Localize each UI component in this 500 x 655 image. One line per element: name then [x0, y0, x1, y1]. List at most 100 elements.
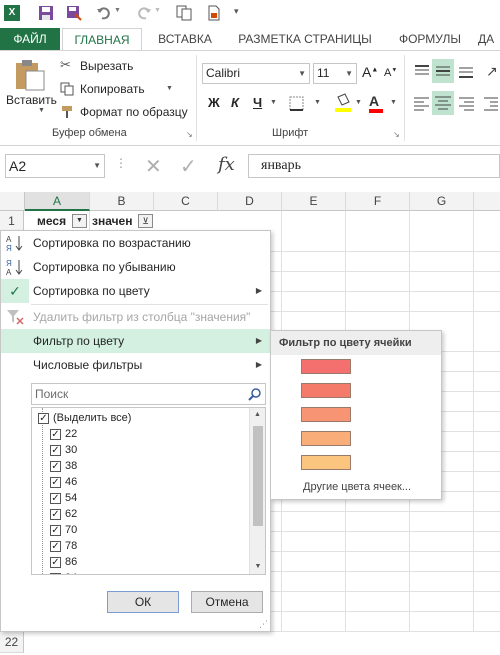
cancel-icon[interactable]: ✕: [145, 154, 162, 179]
shrink-font-button[interactable]: A▼: [384, 67, 397, 79]
list-item[interactable]: ✓ 70: [50, 522, 77, 538]
cut-icon[interactable]: ✂: [60, 57, 71, 73]
orientation-icon[interactable]: ↗: [486, 63, 498, 80]
cut-button[interactable]: Вырезать: [80, 59, 133, 73]
scrollbar[interactable]: ▲ ▼: [249, 408, 265, 574]
list-item[interactable]: ✓ 62: [50, 506, 77, 522]
select-all-corner[interactable]: [0, 192, 25, 211]
align-center-icon[interactable]: [432, 91, 454, 115]
document-icon[interactable]: [206, 5, 222, 21]
align-middle-icon[interactable]: [432, 59, 454, 83]
align-left-icon[interactable]: [412, 93, 432, 113]
list-item[interactable]: ✓ 54: [50, 490, 77, 506]
underline-dropdown-icon[interactable]: ▼: [270, 99, 277, 106]
indent-icon[interactable]: [482, 93, 500, 113]
underline-button[interactable]: Ч: [253, 95, 262, 110]
borders-icon[interactable]: [288, 95, 312, 113]
excel-logo-icon: X: [4, 5, 20, 21]
font-family-select[interactable]: Calibri ▼: [202, 63, 310, 84]
bold-button[interactable]: Ж: [208, 95, 220, 110]
ok-button[interactable]: ОК: [107, 591, 179, 613]
color-swatch[interactable]: [301, 359, 351, 374]
tab-data[interactable]: ДА: [478, 28, 500, 50]
row-header-1[interactable]: 1: [0, 211, 24, 231]
formula-input[interactable]: январь: [248, 154, 500, 178]
sort-descending-item[interactable]: ЯА Сортировка по убыванию: [1, 255, 270, 279]
font-size-select[interactable]: 11 ▼: [313, 63, 357, 84]
number-filters-item[interactable]: Числовые фильтры ▶: [1, 353, 270, 377]
font-color-button[interactable]: A: [369, 93, 383, 113]
align-right-icon[interactable]: [456, 93, 476, 113]
format-painter-button[interactable]: Формат по образцу: [80, 105, 188, 119]
list-item[interactable]: ✓ 46: [50, 474, 77, 490]
tab-file[interactable]: ФАЙЛ: [0, 28, 60, 50]
list-item[interactable]: ✓ (Выделить все): [38, 410, 131, 426]
color-swatch[interactable]: [301, 407, 351, 422]
scroll-up-icon[interactable]: ▲: [250, 408, 265, 422]
save-as-icon[interactable]: [66, 5, 82, 21]
more-colors-item[interactable]: Другие цвета ячеек...: [303, 481, 411, 493]
copy-button[interactable]: Копировать: [80, 82, 145, 96]
filter-dropdown-a[interactable]: ▼: [72, 214, 87, 228]
enter-icon[interactable]: ✓: [180, 154, 197, 179]
filter-by-color-item[interactable]: Фильтр по цвету ▶: [1, 329, 270, 353]
tab-insert[interactable]: ВСТАВКА: [150, 28, 220, 50]
copy-format-icon[interactable]: [176, 5, 192, 21]
value-list[interactable]: ✓ (Выделить все) ✓ 22 ✓ 30 ✓ 38 ✓ 46 ✓ 54 ✓ 62 …: [31, 407, 266, 575]
copy-dropdown-icon[interactable]: ▼: [166, 85, 173, 92]
column-header-c[interactable]: C: [154, 192, 218, 211]
name-box[interactable]: A2 ▼: [5, 154, 105, 178]
scrollbar-thumb[interactable]: [253, 426, 263, 526]
list-item[interactable]: ✓ 30: [50, 442, 77, 458]
fill-dropdown-icon[interactable]: ▼: [355, 99, 362, 106]
font-color-dropdown-icon[interactable]: ▼: [390, 99, 397, 106]
column-header-d[interactable]: D: [218, 192, 282, 211]
customize-icon[interactable]: ▾: [234, 6, 239, 17]
undo-icon[interactable]: [96, 5, 112, 21]
list-item[interactable]: ✓ 38: [50, 458, 77, 474]
copy-icon[interactable]: [60, 82, 74, 96]
grid-line: [441, 411, 500, 412]
font-launcher-icon[interactable]: ↘: [393, 130, 400, 139]
color-swatch[interactable]: [301, 383, 351, 398]
tab-home[interactable]: ГЛАВНАЯ: [62, 28, 142, 51]
sort-ascending-item[interactable]: АЯ Сортировка по возрастанию: [1, 231, 270, 255]
italic-button[interactable]: К: [231, 95, 239, 110]
scroll-down-icon[interactable]: ▼: [250, 560, 265, 574]
paste-button[interactable]: Вставить: [6, 93, 57, 107]
sort-by-color-item[interactable]: ✓ Сортировка по цвету ▶: [1, 279, 270, 303]
row-header-22[interactable]: 22: [0, 631, 24, 653]
paste-icon[interactable]: [12, 57, 46, 91]
color-swatch[interactable]: [301, 431, 351, 446]
column-header-a[interactable]: A: [25, 192, 90, 211]
insert-function-icon[interactable]: fx: [218, 154, 235, 175]
clipboard-launcher-icon[interactable]: ↘: [186, 130, 193, 139]
resize-grip-icon[interactable]: ⋰: [259, 619, 268, 630]
paste-dropdown-icon[interactable]: ▼: [38, 107, 45, 114]
column-header-e[interactable]: E: [282, 192, 346, 211]
filter-active-icon[interactable]: ⊻: [138, 214, 153, 228]
tab-formulas[interactable]: ФОРМУЛЫ: [390, 28, 470, 50]
list-item[interactable]: ✓ 22: [50, 426, 77, 442]
column-header-h[interactable]: [474, 192, 500, 211]
color-swatch[interactable]: [301, 455, 351, 470]
align-bottom-icon[interactable]: [456, 61, 476, 81]
list-item[interactable]: ✓ 78: [50, 538, 77, 554]
column-header-g[interactable]: G: [410, 192, 474, 211]
list-item[interactable]: ✓ 86: [50, 554, 77, 570]
undo-dropdown-icon[interactable]: ▼: [114, 7, 121, 14]
column-header-f[interactable]: F: [346, 192, 410, 211]
fill-color-icon[interactable]: [334, 93, 352, 113]
redo-icon[interactable]: [136, 5, 152, 21]
tab-page-layout[interactable]: РАЗМЕТКА СТРАНИЦЫ: [230, 28, 380, 50]
borders-dropdown-icon[interactable]: ▼: [314, 99, 321, 106]
cancel-button[interactable]: Отмена: [191, 591, 263, 613]
redo-dropdown-icon[interactable]: ▼: [154, 7, 161, 14]
save-icon[interactable]: [38, 5, 54, 21]
list-item[interactable]: ✓ 94: [50, 570, 77, 574]
grow-font-button[interactable]: A▲: [362, 64, 378, 80]
format-painter-icon[interactable]: [60, 105, 74, 119]
align-top-icon[interactable]: [412, 61, 432, 81]
column-header-b[interactable]: B: [90, 192, 154, 211]
search-input[interactable]: Поиск: [31, 383, 266, 405]
